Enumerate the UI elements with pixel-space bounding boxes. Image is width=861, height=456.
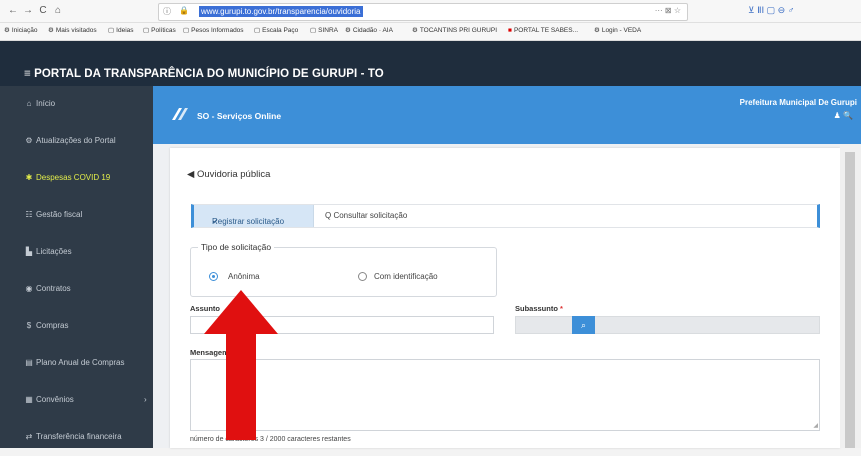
scrollbar-thumb[interactable] — [845, 152, 855, 448]
sidebar-item-label: Contratos — [36, 284, 71, 293]
prefeitura-name: Prefeitura Municipal De Gurupi — [739, 98, 857, 107]
sidebar-item-covid[interactable]: ✱ Despesas COVID 19 — [0, 160, 153, 197]
portal-title[interactable]: ≡ PORTAL DA TRANSPARÊNCIA DO MUNICÍPIO D… — [24, 68, 384, 80]
sidebar-item-plano-anual[interactable]: ▤ Plano Anual de Compras — [0, 345, 153, 382]
tab-label: Registrar solicitação — [212, 217, 285, 226]
gear-icon: ⚙ — [25, 136, 33, 145]
sidebar-item-licitacoes[interactable]: ▙ Licitações — [0, 234, 153, 271]
bookmark[interactable]: ▢ Ideias — [108, 26, 134, 36]
megaphone-icon: ◀ — [187, 169, 197, 180]
bookmark[interactable]: ⚙ Mais visitados — [48, 26, 97, 36]
sidebar-item-label: Compras — [36, 321, 69, 330]
bookmarks-bar: ⚙ Iniciação ⚙ Mais visitados ▢ Ideias ▢ Polí… — [0, 23, 861, 41]
back-icon[interactable]: ← — [7, 5, 19, 17]
sidebar-item-atualizacoes[interactable]: ⚙ Atualizações do Portal — [0, 123, 153, 160]
mensagem-textarea[interactable]: ◢ — [190, 359, 820, 431]
sidebar-item-convenios[interactable]: ▦ Convênios › — [0, 382, 153, 419]
info-icon[interactable]: ⓘ — [163, 6, 171, 17]
portal-header: ≡ PORTAL DA TRANSPARÊNCIA DO MUNICÍPIO D… — [0, 63, 861, 86]
radio-anonima[interactable] — [209, 272, 218, 281]
sidebar-item-label: Despesas COVID 19 — [36, 173, 111, 182]
url-text: www.gurupi.to.gov.br/transparencia/ouvid… — [199, 6, 363, 17]
grid-icon: ▦ — [25, 395, 33, 404]
so-header: SO - Serviços Online Prefeitura Municipa… — [153, 86, 861, 144]
required-mark: * — [560, 304, 563, 313]
bookmark[interactable]: ▢ SINRA — [310, 26, 338, 36]
page-title-text: Ouvidoria pública — [196, 169, 271, 180]
search-icon: ⌕ — [580, 320, 587, 330]
bookmark[interactable]: ▢ Escala Paço — [254, 26, 298, 36]
page-actions[interactable]: ··· ⊠ ☆ — [655, 6, 681, 15]
subassunto-label-text: Subassunto — [515, 304, 558, 313]
sidebar-item-label: Atualizações do Portal — [36, 136, 116, 145]
dollar-icon: $ — [26, 321, 32, 330]
sidebar-item-label: Início — [36, 99, 56, 108]
tab-consultar[interactable]: Q Consultar solicitação — [325, 211, 407, 220]
sidebar-item-label: Gestão fiscal — [36, 210, 83, 219]
subassunto-select[interactable] — [515, 316, 820, 334]
red-arrow-annotation — [204, 290, 278, 440]
sidebar-item-label: Licitações — [36, 247, 72, 256]
so-title[interactable]: SO - Serviços Online — [197, 111, 281, 121]
sidebar-item-label: Transferência financeira — [36, 432, 122, 441]
radio-identificacao-label[interactable]: Com identificação — [374, 272, 438, 281]
tab-label: Consultar solicitação — [333, 211, 408, 220]
so-logo-icon — [172, 108, 188, 120]
tab-registrar[interactable]: ✓ Registrar solicitação — [194, 205, 314, 227]
sidebar-item-gestao-fiscal[interactable]: ☷ Gestão fiscal — [0, 197, 153, 234]
bookmark[interactable]: ▢ Pesos Informados — [183, 26, 244, 36]
bookmark[interactable]: ▢ Políticas — [143, 26, 176, 36]
tipo-legend: Tipo de solicitação — [198, 242, 275, 252]
forward-icon[interactable]: → — [22, 5, 34, 17]
bookmark[interactable]: ⚙ Cidadão · AIA — [345, 26, 393, 36]
portal-gap — [0, 41, 861, 63]
reload-icon[interactable]: C — [37, 5, 49, 17]
page-title: ◀ Ouvidoria pública — [187, 169, 270, 180]
bookmark[interactable]: ⚙ TOCANTINS PRI GURUPI — [412, 26, 497, 36]
sidebar-item-contratos[interactable]: ◉ Contratos — [0, 271, 153, 308]
resize-handle-icon[interactable]: ◢ — [813, 422, 818, 429]
subassunto-search-button[interactable]: ⌕ — [572, 316, 595, 334]
building-icon: ▤ — [25, 358, 33, 367]
sidebar-item-label: Convênios — [36, 395, 74, 404]
handshake-icon: ◉ — [25, 284, 33, 293]
sidebar-item-inicio[interactable]: ⌂ Início — [0, 86, 153, 123]
bookmark[interactable]: ⚙ Login - VEDA — [594, 26, 641, 36]
tabs: ✓ Registrar solicitação Q Consultar soli… — [191, 204, 820, 228]
sidebar-item-compras[interactable]: $ Compras — [0, 308, 153, 345]
header-action-icons[interactable]: ♟ 🔍 — [834, 111, 853, 120]
radio-identificacao[interactable] — [358, 272, 367, 281]
gavel-icon: ▙ — [25, 247, 33, 256]
browser-toolbar: ← → C ⌂ ⓘ 🔒 www.gurupi.to.gov.br/transpa… — [0, 0, 861, 23]
url-bar[interactable]: ⓘ 🔒 www.gurupi.to.gov.br/transparencia/o… — [158, 3, 688, 21]
transfer-icon: ⇄ — [25, 432, 33, 441]
sidebar-item-label: Plano Anual de Compras — [36, 358, 125, 367]
virus-icon: ✱ — [25, 173, 33, 182]
home-icon[interactable]: ⌂ — [52, 5, 64, 17]
table-icon: ☷ — [25, 210, 33, 219]
sidebar: ⌂ Início ⚙ Atualizações do Portal ✱ Despesa… — [0, 86, 153, 448]
subassunto-label: Subassunto * — [515, 304, 563, 313]
bookmark[interactable]: ■ PORTAL TE SABES... — [508, 26, 578, 36]
home-icon: ⌂ — [26, 99, 32, 108]
lock-icon: 🔒 — [179, 6, 189, 15]
chevron-right-icon: › — [144, 395, 147, 404]
toolbar-icons[interactable]: ⊻ ⅡⅠ ▢ ⊖ ♂ — [748, 5, 794, 16]
radio-anonima-label[interactable]: Anônima — [228, 272, 260, 281]
bookmark[interactable]: ⚙ Iniciação — [4, 26, 37, 36]
sidebar-item-transferencia[interactable]: ⇄ Transferência financeira — [0, 419, 153, 456]
